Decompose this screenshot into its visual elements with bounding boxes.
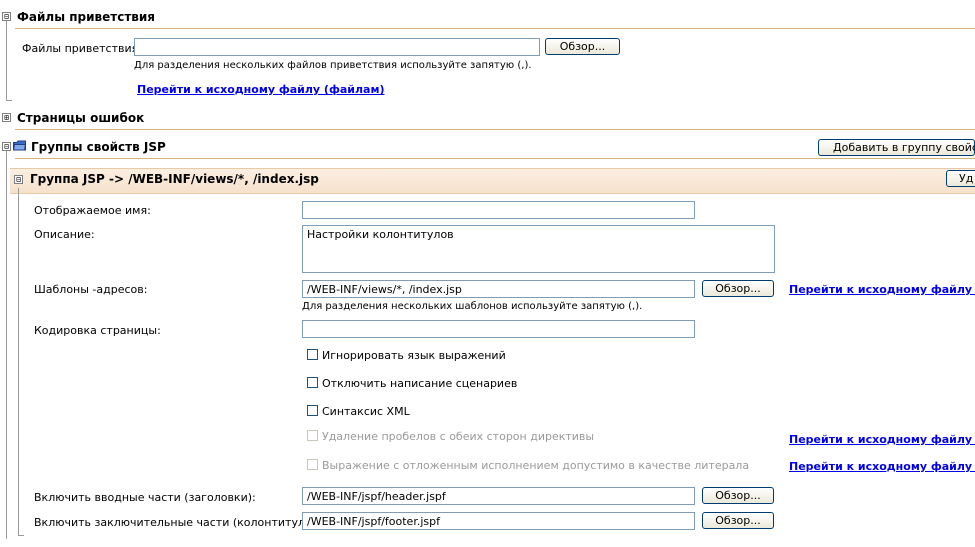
jsp-groups-divider: [15, 158, 975, 159]
display-name-input[interactable]: [302, 201, 695, 219]
welcome-section-title: Файлы приветствия: [17, 10, 155, 24]
ignore-el-label: Игнорировать язык выражений: [322, 349, 506, 362]
url-patterns-label: Шаблоны -адресов:: [34, 283, 148, 296]
welcome-tree-line: [6, 21, 7, 101]
ignore-el-checkbox[interactable]: [307, 349, 318, 360]
url-patterns-hint: Для разделения нескольких шаблонов испол…: [302, 301, 643, 312]
welcome-browse-button[interactable]: Обзор...: [545, 38, 620, 55]
include-coda-browse-button[interactable]: Обзор...: [702, 512, 774, 529]
welcome-tree-line-end: [6, 100, 12, 101]
collapse-jsp-groups-icon[interactable]: ⊟: [2, 142, 11, 151]
xml-syntax-label: Синтаксис XML: [322, 405, 410, 418]
deferred-syntax-source-link[interactable]: Перейти к исходному файлу (ф: [789, 460, 975, 473]
url-patterns-input[interactable]: /WEB-INF/views/*, /index.jsp: [302, 280, 695, 298]
welcome-source-link[interactable]: Перейти к исходному файлу (файлам): [137, 83, 385, 96]
trim-whitespace-label: Удаление пробелов с обеих сторон директи…: [322, 430, 595, 443]
deferred-syntax-label: Выражение с отложенным исполнением допус…: [322, 459, 750, 472]
display-name-label: Отображаемое имя:: [34, 204, 151, 217]
welcome-files-input[interactable]: [134, 38, 540, 56]
remove-group-button[interactable]: Уд: [946, 170, 975, 187]
page-encoding-input[interactable]: [302, 320, 695, 338]
include-prelude-input[interactable]: /WEB-INF/jspf/header.jspf: [302, 487, 695, 505]
folder-icon: [12, 140, 27, 151]
page-encoding-label: Кодировка страницы:: [34, 324, 161, 337]
collapse-welcome-icon[interactable]: ⊟: [2, 12, 11, 21]
include-prelude-label: Включить вводные части (заголовки):: [34, 491, 256, 504]
disable-scripting-checkbox[interactable]: [307, 377, 318, 388]
jsp-group-title: Группа JSP -> /WEB-INF/views/*, /index.j…: [30, 172, 319, 186]
description-textarea[interactable]: Настройки колонтитулов: [302, 225, 775, 273]
deferred-syntax-checkbox: [307, 459, 318, 470]
trim-whitespace-checkbox: [307, 430, 318, 441]
xml-syntax-checkbox[interactable]: [307, 405, 318, 416]
description-label: Описание:: [34, 228, 95, 241]
trim-whitespace-source-link[interactable]: Перейти к исходному файлу (ф: [789, 433, 975, 446]
include-coda-label: Включить заключительные части (колонтиту…: [34, 516, 322, 529]
welcome-files-label: Файлы приветствия:: [22, 42, 142, 55]
welcome-hint: Для разделения нескольких файлов приветс…: [134, 60, 532, 71]
include-coda-input[interactable]: /WEB-INF/jspf/footer.jspf: [302, 512, 695, 530]
include-prelude-browse-button[interactable]: Обзор...: [702, 487, 774, 504]
jsp-groups-section-title: Группы свойств JSP: [31, 140, 166, 154]
expand-error-pages-icon[interactable]: ⊞: [2, 113, 11, 122]
jsp-groups-tree-line: [6, 151, 7, 539]
add-to-property-group-button[interactable]: Добавить в группу свойств: [818, 139, 975, 156]
jsp-group-tree-line: [18, 188, 19, 536]
url-patterns-browse-button[interactable]: Обзор...: [702, 280, 774, 297]
error-pages-section-title: Страницы ошибок: [17, 111, 145, 125]
error-pages-divider: [15, 129, 975, 130]
disable-scripting-label: Отключить написание сценариев: [322, 377, 518, 390]
welcome-divider: [15, 28, 975, 29]
url-patterns-source-link[interactable]: Перейти к исходному файлу (ф: [789, 283, 975, 296]
jsp-group-tree-line-end: [18, 535, 24, 536]
collapse-jsp-group-icon[interactable]: ⊟: [14, 175, 23, 184]
